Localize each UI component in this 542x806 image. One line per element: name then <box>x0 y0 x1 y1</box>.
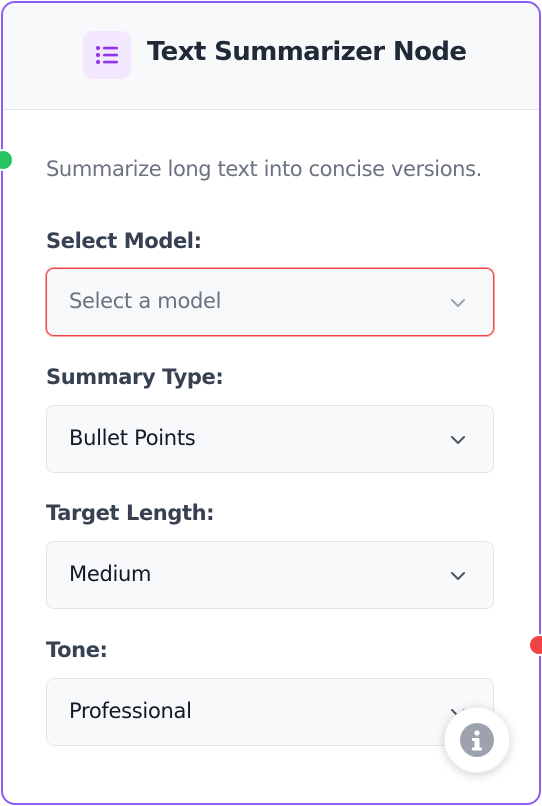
select-model-label: Select Model: <box>46 229 202 253</box>
target-length-dropdown[interactable]: Medium <box>46 541 494 609</box>
list-icon <box>83 31 131 79</box>
tone-label: Tone: <box>46 638 108 662</box>
chevron-down-icon <box>451 299 465 307</box>
text-summarizer-node[interactable]: Text Summarizer Node Summarize long text… <box>1 1 541 805</box>
tone-value: Professional <box>69 699 192 723</box>
summary-type-dropdown[interactable]: Bullet Points <box>46 405 494 473</box>
summary-type-value: Bullet Points <box>69 426 196 450</box>
chevron-down-icon <box>451 436 465 444</box>
summary-type-label: Summary Type: <box>46 365 224 389</box>
tone-dropdown[interactable]: Professional <box>46 678 494 746</box>
select-model-placeholder: Select a model <box>69 289 222 313</box>
target-length-value: Medium <box>69 562 152 586</box>
info-button[interactable] <box>444 707 510 773</box>
chevron-down-icon <box>451 572 465 580</box>
info-glyph <box>472 730 482 751</box>
node-title: Text Summarizer Node <box>147 37 467 67</box>
node-description: Summarize long text into concise version… <box>46 157 482 181</box>
target-length-label: Target Length: <box>46 501 215 525</box>
select-model-dropdown[interactable]: Select a model <box>46 268 494 336</box>
node-header: Text Summarizer Node <box>3 3 539 110</box>
